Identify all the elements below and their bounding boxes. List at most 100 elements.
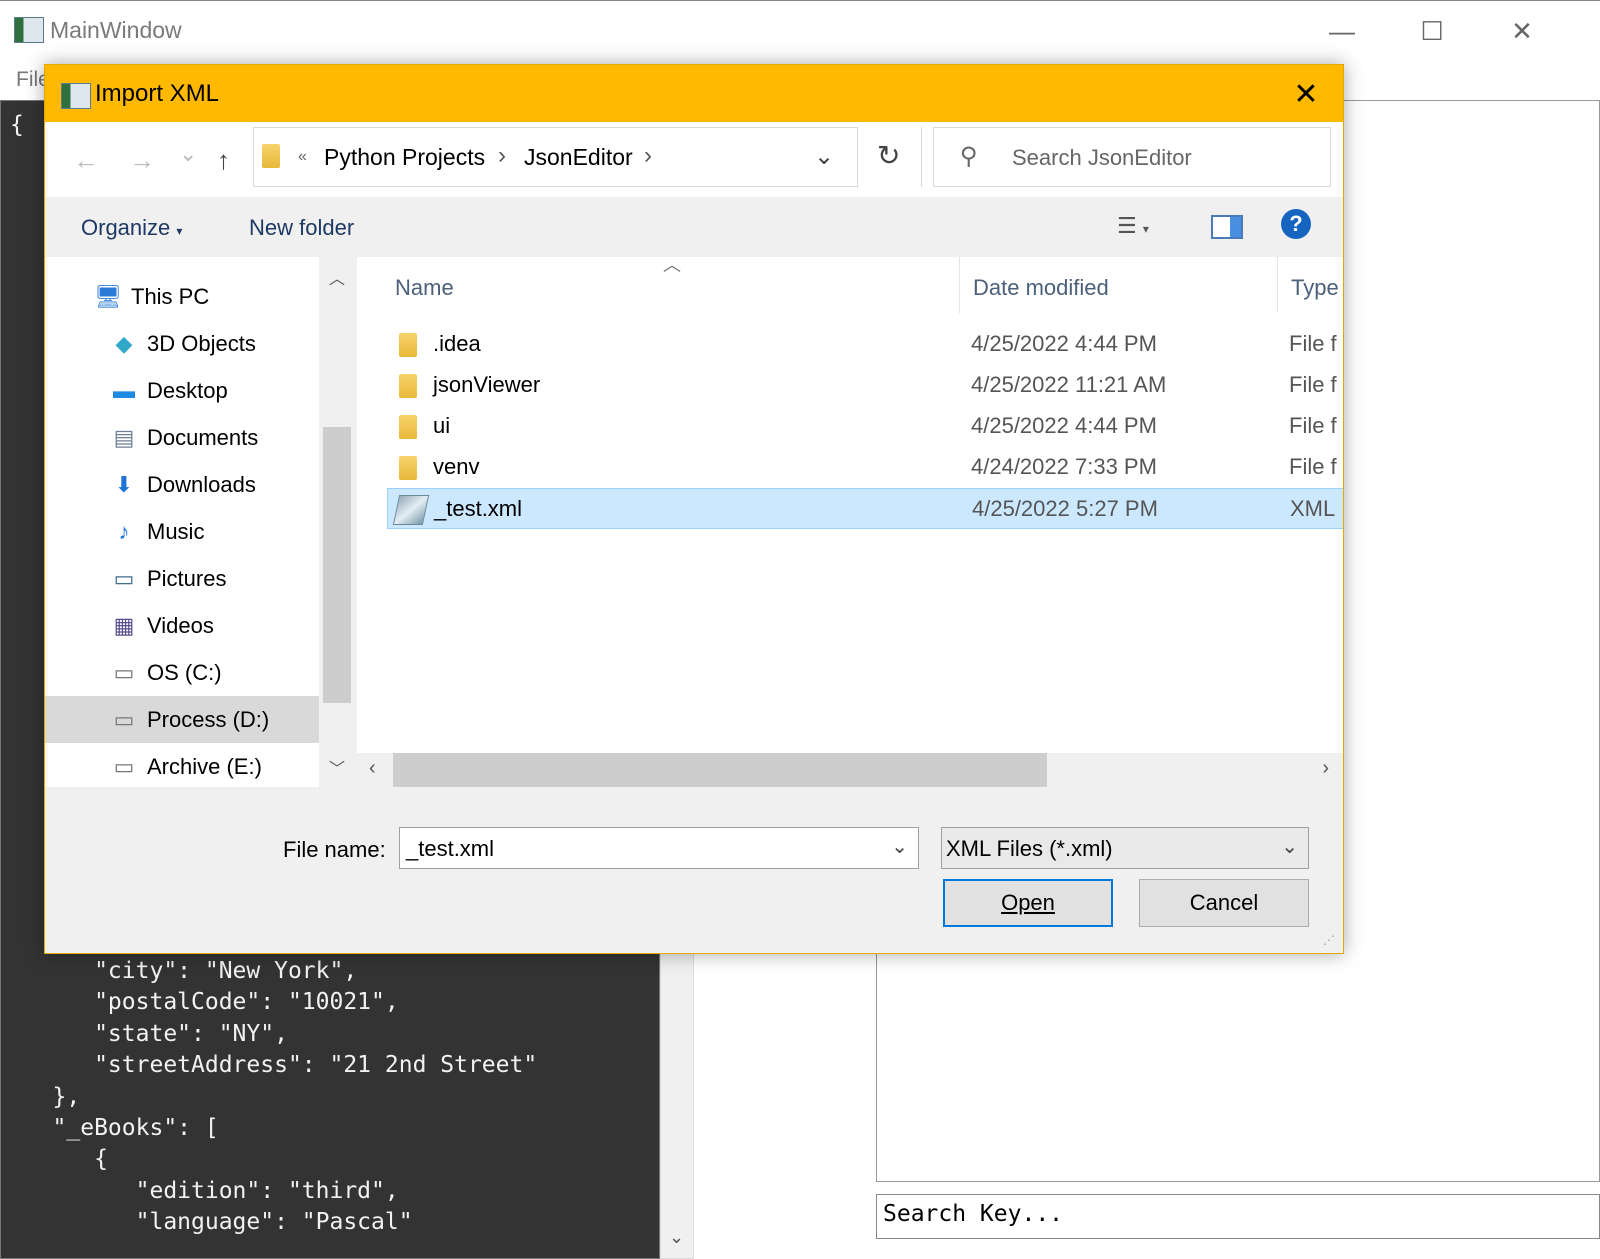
column-header-name[interactable]: Name bbox=[395, 275, 454, 301]
main-window-title: MainWindow bbox=[50, 17, 182, 43]
scroll-down-icon[interactable]: ﹀ bbox=[329, 755, 345, 779]
main-window-titlebar: MainWindow — ☐ ✕ bbox=[0, 0, 1600, 59]
minimize-button[interactable]: — bbox=[1312, 11, 1372, 51]
recent-locations-icon[interactable]: ⌄ bbox=[179, 141, 197, 167]
refresh-divider bbox=[921, 127, 922, 187]
search-placeholder: Search JsonEditor bbox=[1012, 145, 1192, 170]
os-drive-icon: ▭ bbox=[113, 659, 135, 685]
column-divider[interactable] bbox=[1277, 257, 1278, 313]
breadcrumb-python-projects[interactable]: Python Projects bbox=[324, 144, 485, 171]
search-key-input[interactable]: Search Key... bbox=[876, 1194, 1600, 1239]
breadcrumb-separator-2[interactable]: › bbox=[644, 142, 652, 170]
scroll-right-icon[interactable]: › bbox=[1322, 757, 1329, 780]
column-header-type[interactable]: Type bbox=[1291, 275, 1339, 301]
new-folder-button[interactable]: New folder bbox=[249, 215, 354, 241]
address-bar[interactable]: « Python Projects › JsonEditor › ⌄ bbox=[253, 127, 857, 187]
import-xml-dialog: Import XML ✕ ← → ⌄ ↑ « Python Projects ›… bbox=[44, 64, 1344, 954]
chevron-down-icon[interactable]: ⌄ bbox=[891, 834, 908, 859]
nav-item-3d-objects[interactable]: ◆ 3D Objects bbox=[45, 320, 319, 367]
nav-item-music[interactable]: ♪ Music bbox=[45, 508, 319, 555]
file-name-label: File name: bbox=[283, 837, 386, 862]
scroll-up-icon[interactable]: ︿ bbox=[329, 265, 345, 289]
preview-pane-icon[interactable] bbox=[1211, 215, 1243, 239]
nav-item-videos[interactable]: ▦ Videos bbox=[45, 602, 319, 649]
file-date: 4/25/2022 5:27 PM bbox=[972, 496, 1158, 521]
folder-icon bbox=[399, 374, 417, 398]
file-type: File f bbox=[1289, 413, 1337, 438]
organize-button[interactable]: Organize ▾ bbox=[81, 215, 182, 241]
editor-open-brace: { bbox=[10, 112, 24, 138]
navigation-pane[interactable]: 🖥 This PC ◆ 3D Objects ▬ Desktop ▤ Documents ⬇ Do… bbox=[45, 257, 355, 787]
file-type-select[interactable]: XML Files (*.xml) ⌄ bbox=[941, 827, 1309, 869]
file-date: 4/25/2022 4:44 PM bbox=[971, 331, 1157, 356]
file-row[interactable]: .idea 4/25/2022 4:44 PM File f bbox=[387, 324, 1343, 365]
nav-item-process-d[interactable]: ▭ Process (D:) bbox=[45, 696, 319, 743]
document-icon: ▤ bbox=[113, 424, 135, 450]
dialog-close-button[interactable]: ✕ bbox=[1281, 71, 1331, 117]
refresh-icon: ↻ bbox=[877, 140, 901, 171]
dialog-toolbar: Organize ▾ New folder ☰ ▾ ? bbox=[45, 197, 1343, 257]
forward-icon[interactable]: → bbox=[129, 145, 155, 176]
nav-item-label: OS (C:) bbox=[147, 659, 222, 685]
file-name-value: _test.xml bbox=[406, 836, 495, 861]
file-list[interactable]: ︿ Name Date modified Type .idea 4/25/2022… bbox=[357, 257, 1343, 787]
scroll-down-icon[interactable]: ⌄ bbox=[669, 1227, 684, 1248]
breadcrumb-overflow[interactable]: « bbox=[298, 148, 307, 166]
file-type: File f bbox=[1289, 372, 1337, 397]
file-date: 4/24/2022 7:33 PM bbox=[971, 454, 1157, 479]
open-label: Open bbox=[1001, 890, 1055, 915]
up-icon[interactable]: ↑ bbox=[217, 145, 230, 176]
nav-item-label: Music bbox=[147, 518, 205, 544]
nav-item-label: This PC bbox=[131, 283, 210, 309]
file-row[interactable]: venv 4/24/2022 7:33 PM File f bbox=[387, 447, 1343, 488]
computer-icon: 🖥 bbox=[94, 283, 122, 309]
search-input[interactable]: ⚲ Search JsonEditor bbox=[933, 127, 1331, 187]
column-header-date[interactable]: Date modified bbox=[973, 275, 1109, 301]
picture-icon: ▭ bbox=[113, 565, 135, 591]
help-icon[interactable]: ? bbox=[1281, 209, 1311, 239]
nav-item-os-c[interactable]: ▭ OS (C:) bbox=[45, 649, 319, 696]
dialog-titlebar: Import XML ✕ bbox=[45, 65, 1343, 122]
address-dropdown-icon[interactable]: ⌄ bbox=[814, 142, 834, 171]
close-button[interactable]: ✕ bbox=[1492, 11, 1552, 51]
folder-icon bbox=[262, 144, 280, 168]
nav-item-archive-e[interactable]: ▭ Archive (E:) bbox=[45, 743, 319, 787]
maximize-button[interactable]: ☐ bbox=[1402, 11, 1462, 51]
file-row[interactable]: jsonViewer 4/25/2022 11:21 AM File f bbox=[387, 365, 1343, 406]
file-row[interactable]: _test.xml 4/25/2022 5:27 PM XML bbox=[387, 488, 1343, 529]
dialog-bottom: File name: _test.xml ⌄ XML Files (*.xml)… bbox=[45, 787, 1343, 953]
refresh-button[interactable]: ↻ bbox=[857, 127, 921, 187]
nav-item-label: Documents bbox=[147, 424, 259, 450]
file-name-field[interactable]: _test.xml ⌄ bbox=[399, 827, 919, 869]
back-icon[interactable]: ← bbox=[73, 145, 99, 176]
file-row[interactable]: ui 4/25/2022 4:44 PM File f bbox=[387, 406, 1343, 447]
nav-item-this-pc[interactable]: 🖥 This PC bbox=[45, 273, 319, 320]
breadcrumb-jsoneditor[interactable]: JsonEditor bbox=[524, 144, 633, 171]
scroll-left-icon[interactable]: ‹ bbox=[369, 757, 376, 780]
cancel-button[interactable]: Cancel bbox=[1139, 879, 1309, 927]
search-icon: ⚲ bbox=[960, 143, 978, 170]
nav-item-documents[interactable]: ▤ Documents bbox=[45, 414, 319, 461]
breadcrumb-separator[interactable]: › bbox=[498, 142, 506, 170]
nav-item-label: Pictures bbox=[147, 565, 227, 591]
nav-item-pictures[interactable]: ▭ Pictures bbox=[45, 555, 319, 602]
nav-item-downloads[interactable]: ⬇ Downloads bbox=[45, 461, 319, 508]
open-button[interactable]: Open bbox=[943, 879, 1113, 927]
resize-grip-icon[interactable]: ⋰ bbox=[1323, 933, 1335, 947]
view-options-icon[interactable]: ☰ ▾ bbox=[1117, 213, 1149, 239]
file-name: ui bbox=[433, 413, 451, 438]
download-icon: ⬇ bbox=[114, 471, 134, 497]
app-icon bbox=[14, 17, 44, 43]
nav-item-label: Archive (E:) bbox=[147, 753, 262, 779]
file-list-hscroll-thumb[interactable] bbox=[393, 753, 1047, 787]
chevron-down-icon: ▾ bbox=[176, 224, 183, 238]
nav-pane-scroll-thumb[interactable] bbox=[323, 427, 351, 703]
dialog-app-icon bbox=[61, 83, 91, 109]
column-divider[interactable] bbox=[959, 257, 960, 313]
chevron-down-icon[interactable]: ⌄ bbox=[1281, 834, 1298, 859]
sort-ascending-icon: ︿ bbox=[663, 257, 681, 275]
video-icon: ▦ bbox=[113, 612, 135, 638]
nav-item-desktop[interactable]: ▬ Desktop bbox=[45, 367, 319, 414]
file-name: .idea bbox=[433, 331, 481, 356]
file-date: 4/25/2022 4:44 PM bbox=[971, 413, 1157, 438]
